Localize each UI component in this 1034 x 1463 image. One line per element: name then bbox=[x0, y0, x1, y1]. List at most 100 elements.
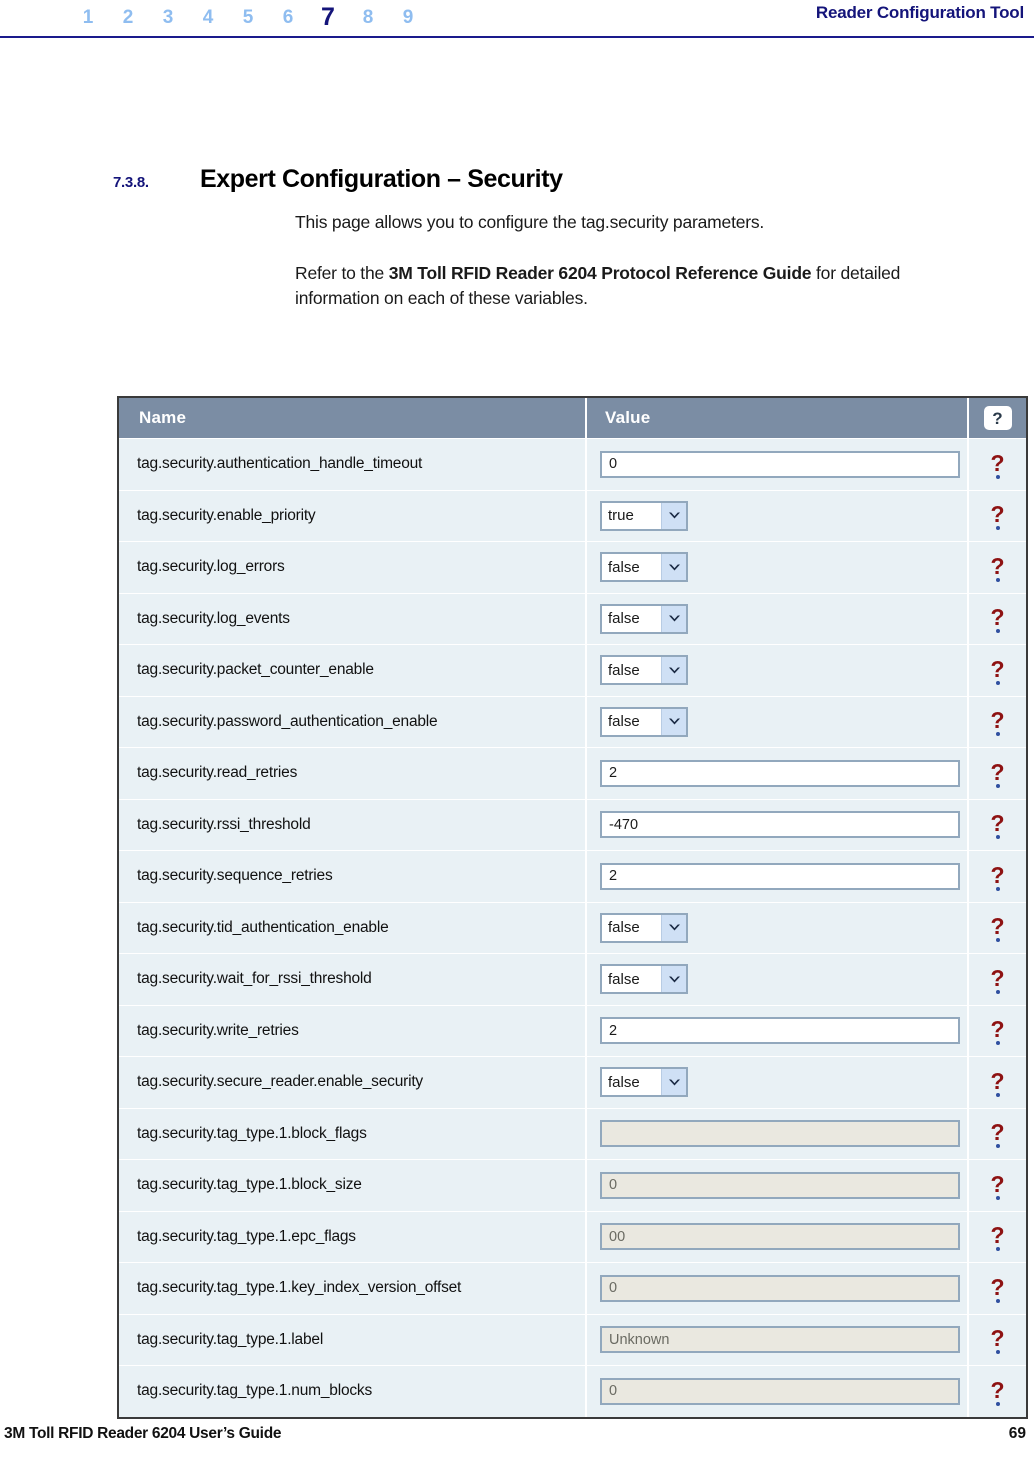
value-select[interactable]: false bbox=[600, 706, 688, 737]
table-body: tag.security.authentication_handle_timeo… bbox=[119, 438, 1026, 1417]
value-text-input: 0 bbox=[600, 1377, 960, 1405]
help-cell: ? bbox=[969, 954, 1026, 1005]
value-text-input[interactable]: 2 bbox=[600, 862, 960, 890]
help-header-icon[interactable]: ? bbox=[983, 406, 1012, 430]
help-question-mark-icon[interactable]: ? bbox=[990, 1224, 1005, 1252]
value-select-label: false bbox=[608, 970, 640, 988]
chapter-number-2[interactable]: 2 bbox=[108, 7, 148, 29]
help-cell: ? bbox=[969, 1057, 1026, 1108]
help-cell: ? bbox=[969, 645, 1026, 696]
parameter-name: tag.security.authentication_handle_timeo… bbox=[119, 439, 587, 490]
table-row: tag.security.tag_type.1.label Unknown? bbox=[119, 1313, 1026, 1365]
help-question-mark-icon[interactable]: ? bbox=[990, 760, 1005, 788]
help-question-mark-icon[interactable]: ? bbox=[990, 1172, 1005, 1200]
parameter-name: tag.security.tag_type.1.label bbox=[119, 1314, 587, 1365]
table-row: tag.security.log_errors false? bbox=[119, 541, 1026, 593]
value-select[interactable]: false bbox=[600, 552, 688, 583]
select-dropdown-arrow[interactable] bbox=[661, 966, 686, 993]
select-dropdown-arrow[interactable] bbox=[661, 657, 686, 684]
help-question-mark-icon[interactable]: ? bbox=[990, 1327, 1005, 1355]
chapter-number-3[interactable]: 3 bbox=[148, 7, 188, 29]
help-question-mark-icon[interactable]: ? bbox=[990, 915, 1005, 943]
chapter-number-6[interactable]: 6 bbox=[268, 7, 308, 29]
parameter-name: tag.security.secure_reader.enable_securi… bbox=[119, 1057, 587, 1108]
parameter-value-cell: 2 bbox=[587, 1005, 969, 1056]
value-text-input[interactable]: 0 bbox=[600, 450, 960, 478]
chapter-number-8[interactable]: 8 bbox=[348, 7, 388, 29]
help-question-mark-icon[interactable]: ? bbox=[990, 554, 1005, 582]
value-select[interactable]: false bbox=[600, 912, 688, 943]
value-select-label: true bbox=[608, 507, 634, 525]
help-question-mark-icon[interactable]: ? bbox=[990, 863, 1005, 891]
help-question-mark-icon[interactable]: ? bbox=[990, 709, 1005, 737]
chapter-number-7[interactable]: 7 bbox=[308, 3, 348, 32]
value-text-input[interactable]: -470 bbox=[600, 811, 960, 839]
value-text-input[interactable]: 2 bbox=[600, 1017, 960, 1045]
help-cell: ? bbox=[969, 1109, 1026, 1160]
help-cell: ? bbox=[969, 1263, 1026, 1314]
parameter-name: tag.security.tag_type.1.block_flags bbox=[119, 1108, 587, 1159]
parameter-value-cell: -470 bbox=[587, 799, 969, 850]
parameter-name: tag.security.password_authentication_ena… bbox=[119, 696, 587, 747]
parameter-name: tag.security.packet_counter_enable bbox=[119, 645, 587, 696]
help-question-mark-icon[interactable]: ? bbox=[990, 606, 1005, 634]
help-question-mark-icon[interactable]: ? bbox=[990, 503, 1005, 531]
help-question-mark-icon[interactable]: ? bbox=[990, 451, 1005, 479]
parameter-value-cell: false bbox=[587, 542, 969, 593]
value-select[interactable]: false bbox=[600, 603, 688, 634]
chapter-number-4[interactable]: 4 bbox=[188, 7, 228, 29]
parameter-value-cell: false bbox=[587, 645, 969, 696]
table-header-row: Name Value ? bbox=[119, 398, 1026, 438]
parameter-name: tag.security.log_events bbox=[119, 593, 587, 644]
chapter-nav: 123456789 bbox=[68, 1, 428, 32]
chapter-number-1[interactable]: 1 bbox=[68, 7, 108, 29]
value-select[interactable]: false bbox=[600, 655, 688, 686]
help-question-mark-icon[interactable]: ? bbox=[990, 1275, 1005, 1303]
help-cell: ? bbox=[969, 1160, 1026, 1211]
help-cell: ? bbox=[969, 851, 1026, 902]
value-select[interactable]: false bbox=[600, 1067, 688, 1098]
help-question-mark-icon[interactable]: ? bbox=[990, 1121, 1005, 1149]
parameter-value-cell: false bbox=[587, 902, 969, 953]
select-dropdown-arrow[interactable] bbox=[661, 914, 686, 941]
reference-guide-title: 3M Toll RFID Reader 6204 Protocol Refere… bbox=[388, 263, 812, 283]
chevron-down-icon bbox=[668, 615, 680, 622]
help-question-mark-icon[interactable]: ? bbox=[990, 1018, 1005, 1046]
table-row: tag.security.secure_reader.enable_securi… bbox=[119, 1056, 1026, 1108]
value-select[interactable]: false bbox=[600, 964, 688, 995]
value-select-label: false bbox=[608, 713, 640, 731]
help-question-mark-icon[interactable]: ? bbox=[990, 966, 1005, 994]
select-dropdown-arrow[interactable] bbox=[661, 502, 686, 529]
select-dropdown-arrow[interactable] bbox=[661, 605, 686, 632]
help-question-mark-icon[interactable]: ? bbox=[990, 657, 1005, 685]
value-text-input bbox=[600, 1120, 960, 1148]
select-dropdown-arrow[interactable] bbox=[661, 708, 686, 735]
chapter-number-5[interactable]: 5 bbox=[228, 7, 268, 29]
value-text-input: 0 bbox=[600, 1171, 960, 1199]
value-text-input: Unknown bbox=[600, 1326, 960, 1354]
page-header: 123456789 Reader Configuration Tool bbox=[0, 0, 1034, 38]
chevron-down-icon bbox=[668, 512, 680, 519]
chevron-down-icon bbox=[668, 564, 680, 571]
value-select-label: false bbox=[608, 1073, 640, 1091]
chevron-down-icon bbox=[668, 667, 680, 674]
help-question-mark-icon[interactable]: ? bbox=[990, 812, 1005, 840]
table-row: tag.security.read_retries 2? bbox=[119, 747, 1026, 799]
parameter-value-cell bbox=[587, 1108, 969, 1159]
value-text-input[interactable]: 2 bbox=[600, 759, 960, 787]
help-question-mark-icon[interactable]: ? bbox=[990, 1378, 1005, 1406]
body-text: This page allows you to configure the ta… bbox=[295, 210, 985, 311]
help-question-mark-icon[interactable]: ? bbox=[990, 1069, 1005, 1097]
parameter-name: tag.security.tag_type.1.block_size bbox=[119, 1160, 587, 1211]
parameter-value-cell: 0 bbox=[587, 1263, 969, 1314]
help-cell: ? bbox=[969, 1006, 1026, 1057]
select-dropdown-arrow[interactable] bbox=[661, 554, 686, 581]
table-row: tag.security.password_authentication_ena… bbox=[119, 695, 1026, 747]
value-text-input: 0 bbox=[600, 1274, 960, 1302]
help-cell: ? bbox=[969, 800, 1026, 851]
chapter-number-9[interactable]: 9 bbox=[388, 7, 428, 29]
select-dropdown-arrow[interactable] bbox=[661, 1069, 686, 1096]
parameter-value-cell: 0 bbox=[587, 439, 969, 490]
value-select[interactable]: true bbox=[600, 500, 688, 531]
parameter-value-cell: false bbox=[587, 696, 969, 747]
